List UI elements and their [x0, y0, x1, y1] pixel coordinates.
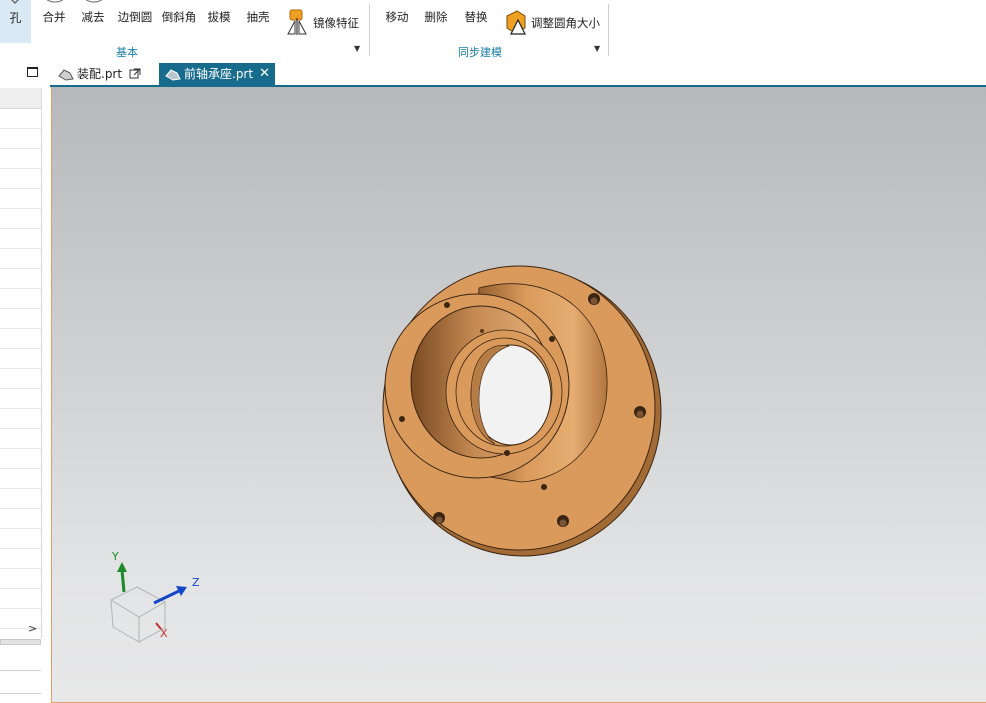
navigator-row[interactable] [0, 169, 41, 189]
navigator-row[interactable] [0, 549, 41, 569]
triad-y-label: Y [111, 550, 119, 563]
unite-button[interactable]: 合并 [35, 0, 73, 40]
tab-assembly-label: 装配.prt [77, 67, 123, 81]
navigator-row[interactable] [0, 489, 41, 509]
navigator-row[interactable] [0, 389, 41, 409]
navigator-row[interactable] [0, 189, 41, 209]
navigator-row[interactable] [0, 509, 41, 529]
navigator-row[interactable] [0, 309, 41, 329]
edge-blend-button[interactable]: 边倒圆 [114, 0, 156, 40]
navigator-row[interactable] [0, 369, 41, 389]
hole-icon [11, 0, 19, 4]
move-face-label: 移动 [385, 10, 409, 24]
delete-face-button[interactable]: 删除 [419, 0, 453, 40]
navigator-divider [41, 88, 42, 638]
ribbon-separator [608, 4, 609, 56]
draft-button[interactable]: 拔模 [201, 0, 237, 40]
replace-face-icon [466, 0, 486, 6]
navigator-row[interactable] [0, 289, 41, 309]
navigator-row[interactable] [0, 569, 41, 589]
navigator-row[interactable] [0, 249, 41, 269]
assembly-part-icon [58, 69, 74, 81]
edge-blend-icon [125, 0, 145, 6]
navigator-row[interactable] [0, 149, 41, 169]
panel-divider [0, 693, 41, 694]
mirror-feature-button[interactable]: 镜像特征 [285, 8, 365, 38]
resize-blend-icon [506, 10, 526, 35]
delete-face-label: 删除 [424, 10, 448, 24]
draft-icon [209, 0, 229, 6]
sync-modeling-group-label: 同步建模 [458, 46, 502, 59]
maximize-icon[interactable] [27, 67, 38, 77]
edge-blend-label: 边倒圆 [117, 10, 153, 24]
tab-assembly[interactable]: 装配.prt [52, 63, 156, 85]
graphics-viewport[interactable]: Y Z X [51, 87, 986, 703]
resize-blend-button[interactable]: 调整圆角大小 [503, 8, 603, 38]
triad-z-label: Z [192, 576, 200, 589]
navigator-row[interactable] [0, 529, 41, 549]
navigator-row[interactable] [0, 269, 41, 289]
tab-front-bearing-seat-label: 前轴承座.prt [184, 67, 254, 81]
chamfer-icon [169, 0, 189, 6]
tab-front-bearing-seat[interactable]: 前轴承座.prt ✕ [159, 63, 275, 85]
unite-icon [46, 0, 64, 3]
part-navigator-panel: > [0, 61, 50, 703]
chamfer-label: 倒斜角 [161, 10, 197, 24]
panel-divider [0, 670, 41, 671]
navigator-column-header[interactable] [0, 88, 41, 109]
navigator-horizontal-scrollbar[interactable] [0, 639, 41, 645]
chevron-right-icon[interactable]: > [28, 622, 37, 635]
navigator-row[interactable] [0, 129, 41, 149]
replace-face-button[interactable]: 替换 [459, 0, 493, 40]
hole-button[interactable]: 孔 [0, 0, 31, 43]
navigator-row[interactable] [0, 449, 41, 469]
subtract-button[interactable]: 减去 [74, 0, 112, 40]
resize-blend-label: 调整圆角大小 [531, 16, 600, 30]
basic-group: 合并 减去 边倒圆 倒斜角 拔模 抽壳 镜像特征 基本 ▼ [31, 0, 368, 61]
move-face-button[interactable]: 移动 [380, 0, 414, 40]
subtract-icon [85, 0, 103, 3]
navigator-row[interactable] [0, 109, 41, 129]
document-tab-bar: 装配.prt 前轴承座.prt ✕ [50, 61, 986, 86]
shell-icon [248, 0, 268, 6]
navigator-row[interactable] [0, 209, 41, 229]
move-face-icon [387, 0, 407, 6]
mirror-feature-icon [287, 9, 307, 35]
navigator-row[interactable] [0, 589, 41, 609]
navigator-row[interactable] [0, 329, 41, 349]
shell-label: 抽壳 [246, 10, 270, 24]
navigator-row[interactable] [0, 429, 41, 449]
navigator-toolbar [0, 61, 50, 87]
chamfer-button[interactable]: 倒斜角 [158, 0, 200, 40]
unite-label: 合并 [42, 10, 66, 24]
sync-modeling-group: 移动 删除 替换 调整圆角大小 同步建模 ▼ [370, 0, 608, 61]
mirror-feature-label: 镜像特征 [313, 16, 359, 30]
close-icon[interactable]: ✕ [259, 63, 270, 85]
delete-face-icon [426, 0, 446, 6]
ribbon: 孔 合并 减去 边倒圆 倒斜角 拔模 抽壳 镜像特征 基本 ▼ 移动 删除 替换… [0, 0, 986, 62]
part-icon [165, 69, 181, 81]
external-link-icon [129, 68, 141, 79]
hole-label: 孔 [9, 11, 22, 25]
replace-face-label: 替换 [464, 10, 488, 24]
basic-group-label: 基本 [116, 46, 138, 59]
subtract-label: 减去 [81, 10, 105, 24]
triad-x-label: X [160, 627, 168, 640]
shell-button[interactable]: 抽壳 [240, 0, 276, 40]
navigator-row[interactable] [0, 469, 41, 489]
navigator-row[interactable] [0, 229, 41, 249]
navigator-row[interactable] [0, 349, 41, 369]
navigator-row[interactable] [0, 409, 41, 429]
sync-group-expand-icon[interactable]: ▼ [594, 44, 600, 53]
draft-label: 拔模 [207, 10, 231, 24]
coordinate-triad: Y Z X [109, 550, 200, 643]
basic-group-expand-icon[interactable]: ▼ [354, 44, 360, 53]
